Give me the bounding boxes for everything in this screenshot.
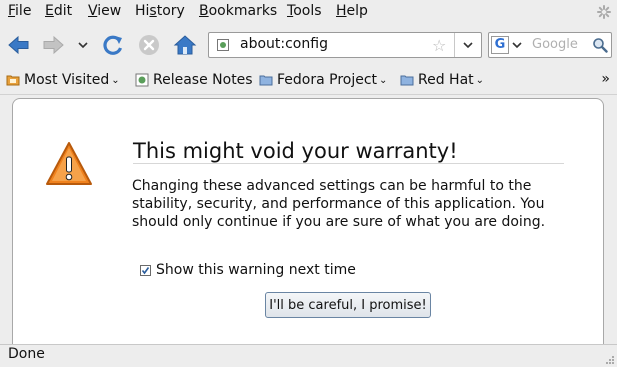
back-button[interactable] — [6, 32, 32, 58]
checkmark-icon — [141, 266, 150, 274]
forward-button[interactable] — [40, 32, 66, 58]
bookmark-folder-redhat[interactable]: Red Hat ⌄ — [400, 72, 484, 88]
bookmark-star-icon[interactable]: ☆ — [432, 36, 446, 55]
bookmarks-toolbar: Most Visited ⌄ Release Notes Fedora Proj… — [0, 66, 617, 95]
search-bar[interactable]: G Google — [488, 32, 612, 58]
page-content: This might void your warranty! Changing … — [12, 98, 604, 344]
forward-arrow-icon — [43, 35, 64, 55]
show-warning-option[interactable]: Show this warning next time — [140, 262, 356, 278]
warning-icon — [46, 142, 92, 185]
menu-bar: File Edit View History Bookmarks Tools H… — [0, 0, 617, 24]
page-favicon-icon — [135, 73, 149, 87]
back-arrow-icon — [8, 35, 29, 55]
page-title: This might void your warranty! — [133, 139, 458, 163]
google-engine-icon: G — [491, 36, 509, 54]
folder-icon — [259, 75, 273, 86]
menu-history[interactable]: History — [135, 3, 185, 19]
title-divider — [133, 163, 564, 164]
search-placeholder: Google — [532, 37, 578, 52]
show-warning-label: Show this warning next time — [156, 262, 356, 278]
menu-help[interactable]: Help — [336, 3, 368, 19]
reload-icon — [103, 35, 123, 55]
menu-edit[interactable]: Edit — [45, 3, 72, 19]
stop-button[interactable] — [136, 32, 162, 58]
history-dropdown-button[interactable] — [70, 32, 96, 58]
navigation-toolbar: about:config ☆ G Google — [0, 24, 617, 66]
address-bar[interactable]: about:config ☆ — [208, 32, 482, 58]
bookmark-folder-fedora[interactable]: Fedora Project ⌄ — [259, 72, 387, 88]
resize-grip-icon[interactable] — [603, 353, 615, 365]
chevron-down-icon — [463, 42, 473, 49]
search-engine-selector[interactable]: G — [491, 35, 523, 55]
stop-icon — [139, 35, 159, 55]
magnifier-icon[interactable] — [592, 37, 608, 53]
address-dropdown-button[interactable] — [454, 33, 481, 57]
menu-view[interactable]: View — [88, 3, 121, 19]
chevron-down-icon — [78, 42, 88, 49]
bookmarks-overflow-button[interactable]: » — [601, 71, 610, 87]
smart-folder-icon — [6, 75, 20, 86]
folder-icon — [400, 75, 414, 86]
chevron-down-icon: ⌄ — [111, 74, 120, 86]
chevron-down-icon — [512, 42, 522, 49]
throbber-icon — [597, 5, 611, 19]
reload-button[interactable] — [100, 32, 126, 58]
chevron-down-icon: ⌄ — [379, 74, 388, 86]
accept-risk-button[interactable]: I'll be careful, I promise! — [265, 292, 431, 318]
bookmark-most-visited[interactable]: Most Visited ⌄ — [6, 72, 120, 88]
status-text: Done — [8, 346, 45, 362]
home-icon — [173, 35, 197, 55]
menu-bookmarks[interactable]: Bookmarks — [199, 3, 277, 19]
menu-tools[interactable]: Tools — [287, 3, 322, 19]
show-warning-checkbox[interactable] — [140, 264, 151, 276]
address-text: about:config — [240, 36, 328, 52]
chevron-down-icon: ⌄ — [475, 74, 485, 86]
status-bar: Done — [0, 344, 617, 367]
warning-message: Changing these advanced settings can be … — [132, 178, 546, 230]
menu-file[interactable]: File — [8, 3, 31, 19]
home-button[interactable] — [172, 32, 198, 58]
page-favicon-icon — [217, 39, 229, 51]
bookmark-release-notes[interactable]: Release Notes — [135, 72, 253, 88]
